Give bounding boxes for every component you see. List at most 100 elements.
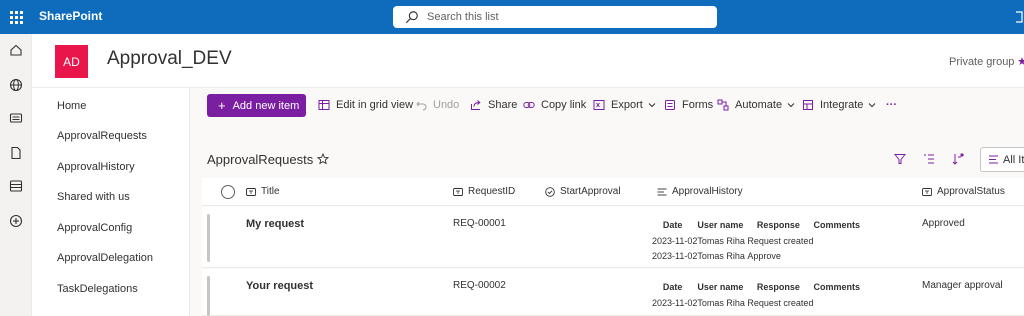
copy-link-button[interactable]: Copy link [523, 99, 586, 111]
forms-button[interactable]: Forms [664, 99, 713, 111]
share-icon [471, 100, 481, 110]
select-all-checkbox[interactable] [221, 185, 235, 199]
site-title[interactable]: Approval_DEV [107, 48, 232, 70]
search-icon [405, 11, 418, 24]
grid-header: Title RequestID StartApproval ApprovalHi… [202, 178, 1024, 206]
privacy-label: Private group [949, 56, 1015, 68]
document-icon[interactable] [9, 146, 23, 160]
column-header-title[interactable]: Title [246, 186, 280, 197]
star-icon[interactable] [1018, 56, 1024, 66]
sort-icon[interactable] [952, 153, 964, 165]
nav-item-home[interactable]: Home [57, 100, 86, 112]
row-title[interactable]: My request [246, 218, 304, 230]
column-header-start-approval[interactable]: StartApproval [545, 186, 621, 197]
integrate-button[interactable]: Integrate [802, 99, 876, 111]
column-header-approval-history[interactable]: ApprovalHistory [657, 186, 743, 197]
row-request-id: REQ-00001 [453, 218, 506, 229]
left-nav: Home ApprovalRequests ApprovalHistory Sh… [32, 88, 190, 316]
history-header-user: User name [697, 220, 744, 230]
search-box[interactable]: Search this list [393, 6, 717, 28]
site-header: AD Approval_DEV Private group [32, 34, 1024, 88]
automate-button[interactable]: Automate [717, 99, 795, 111]
table-row[interactable]: Your request REQ-00002 Date User name Re… [202, 269, 1024, 316]
export-label: Export [611, 99, 643, 111]
add-new-item-label: Add new item [232, 99, 300, 112]
history-header-response: Response [756, 220, 800, 230]
nav-item-approval-requests[interactable]: ApprovalRequests [57, 130, 147, 142]
list-icon[interactable] [9, 179, 23, 193]
integrate-label: Integrate [820, 99, 864, 111]
chevron-down-icon [869, 103, 876, 108]
nav-item-approval-delegation[interactable]: ApprovalDelegation [57, 252, 153, 264]
column-request-id-label: RequestID [468, 186, 516, 197]
multiline-text-icon [657, 188, 667, 195]
row-approval-status: Manager approval [922, 280, 1003, 291]
table-row[interactable]: My request REQ-00001 Date User name Resp… [202, 207, 1024, 268]
export-button[interactable]: Export [593, 99, 656, 111]
settings-icon[interactable] [1014, 10, 1024, 24]
app-rail [0, 34, 32, 316]
suite-bar: SharePoint Search this list [0, 0, 1024, 34]
integrate-icon [803, 100, 813, 110]
nav-item-approval-config[interactable]: ApprovalConfig [57, 222, 132, 234]
all-items-icon [989, 155, 998, 164]
add-circle-icon[interactable] [9, 214, 23, 228]
excel-icon [593, 100, 605, 110]
group-by-icon[interactable] [923, 153, 935, 165]
row-selection-bar[interactable] [207, 214, 210, 262]
undo-label: Undo [433, 99, 460, 111]
history-header-response: Response [756, 282, 800, 292]
text-field-icon [453, 187, 463, 196]
globe-icon[interactable] [9, 78, 23, 92]
history-date: 2023-11-02 [652, 236, 698, 246]
nav-item-shared-with-us[interactable]: Shared with us [57, 191, 130, 203]
row-request-id: REQ-00002 [453, 280, 506, 291]
home-icon[interactable] [9, 43, 23, 57]
history-response: Request created [747, 298, 814, 308]
history-user: Tomas Riha [697, 298, 745, 308]
text-field-icon [922, 187, 932, 196]
history-user: Tomas Riha [697, 236, 745, 246]
row-selection-bar[interactable] [207, 276, 210, 316]
column-approval-history-label: ApprovalHistory [672, 186, 743, 197]
column-header-approval-status[interactable]: ApprovalStatus [922, 186, 1005, 197]
column-header-request-id[interactable]: RequestID [453, 186, 515, 197]
search-placeholder: Search this list [427, 11, 499, 23]
edit-grid-view-label: Edit in grid view [336, 99, 414, 111]
undo-button[interactable]: Undo [415, 99, 459, 111]
history-response: Request created [747, 236, 814, 246]
nav-item-task-delegations[interactable]: TaskDelegations [57, 283, 138, 295]
approval-history-table: Date User name Response Comments 2023-11… [652, 220, 864, 266]
nav-item-approval-history[interactable]: ApprovalHistory [57, 161, 135, 173]
column-title-label: Title [261, 186, 280, 197]
share-button[interactable]: Share [470, 99, 517, 111]
text-field-icon [246, 187, 256, 196]
row-title[interactable]: Your request [246, 280, 313, 292]
history-user: Tomas Riha [697, 251, 745, 261]
favorite-star-icon[interactable] [317, 153, 329, 165]
undo-icon [416, 101, 427, 111]
more-button[interactable]: ··· [886, 99, 897, 111]
link-icon [523, 102, 535, 108]
chevron-down-icon [648, 103, 656, 108]
filter-icon[interactable] [894, 153, 906, 165]
row-approval-status: Approved [922, 218, 965, 229]
view-selector[interactable]: All Items [980, 147, 1024, 172]
history-entry: 2023-11-02 Tomas Riha Request created [652, 236, 864, 251]
list-title: ApprovalRequests [207, 152, 314, 167]
share-label: Share [488, 99, 518, 111]
edit-grid-view-button[interactable]: Edit in grid view [318, 99, 413, 111]
history-header-date: Date [662, 282, 683, 292]
history-date: 2023-11-02 [652, 251, 698, 261]
history-entry: 2023-11-02 Tomas Riha Approve [652, 251, 864, 266]
add-new-item-button[interactable]: + Add new item [207, 94, 306, 117]
history-header-comments: Comments [813, 282, 860, 292]
app-brand[interactable]: SharePoint [39, 9, 102, 23]
chevron-down-icon [787, 103, 795, 108]
approval-history-table: Date User name Response Comments 2023-11… [652, 282, 864, 313]
site-logo[interactable]: AD [55, 45, 88, 78]
news-icon[interactable] [9, 111, 23, 125]
app-launcher-button[interactable] [0, 0, 32, 34]
waffle-icon [9, 10, 23, 24]
check-circle-icon [545, 186, 555, 197]
